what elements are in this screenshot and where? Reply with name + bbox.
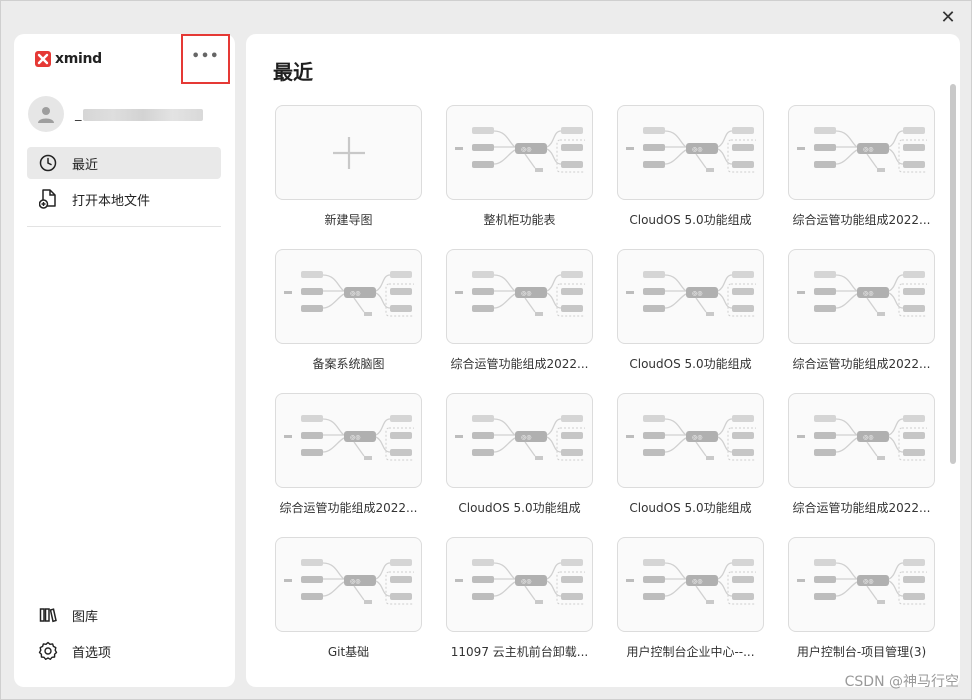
svg-text:◎◎: ◎◎ (521, 434, 531, 441)
mind-map-thumbnail: ◎◎ (275, 249, 422, 344)
nav-item-open-local-file[interactable]: 打开本地文件 (27, 183, 221, 215)
nav-item-library[interactable]: 图库 (27, 599, 221, 631)
more-dots-icon: ••• (191, 48, 220, 64)
card-title: CloudOS 5.0功能组成 (629, 357, 752, 371)
svg-text:◎◎: ◎◎ (863, 578, 873, 585)
new-mind-map-card[interactable]: 新建导图 (275, 105, 422, 235)
plus-icon (275, 105, 422, 200)
page-title: 最近 (273, 60, 313, 84)
brand-name: xmind (55, 51, 102, 67)
nav-item-label: 首选项 (72, 645, 112, 661)
recent-file-card[interactable]: ◎◎ CloudOS 5.0功能组成 (617, 105, 764, 235)
library-icon (38, 605, 58, 625)
xmind-logo-icon (35, 51, 51, 67)
username: _ (75, 105, 205, 123)
card-title: 综合运管功能组成2022... (279, 501, 418, 515)
mind-map-thumbnail: ◎◎ (617, 249, 764, 344)
card-title: CloudOS 5.0功能组成 (458, 501, 581, 515)
card-title: 综合运管功能组成2022... (792, 501, 931, 515)
watermark: CSDN @神马行空 (844, 674, 959, 690)
card-title: 综合运管功能组成2022... (792, 213, 931, 227)
mind-map-thumbnail: ◎◎ (617, 537, 764, 632)
svg-text:◎◎: ◎◎ (863, 146, 873, 153)
user-icon (38, 107, 54, 123)
card-title: 用户控制台-项目管理(3) (796, 645, 927, 659)
recent-file-card[interactable]: ◎◎ CloudOS 5.0功能组成 (617, 393, 764, 523)
card-title: 综合运管功能组成2022... (792, 357, 931, 371)
file-open-icon (38, 189, 58, 209)
card-title: 新建导图 (324, 213, 373, 227)
nav-item-label: 最近 (72, 157, 99, 173)
mind-map-thumbnail: ◎◎ (446, 537, 593, 632)
recent-file-card[interactable]: ◎◎ CloudOS 5.0功能组成 (617, 249, 764, 379)
nav-item-label: 打开本地文件 (72, 193, 151, 209)
recent-file-card[interactable]: ◎◎ 用户控制台-项目管理(3) (788, 537, 935, 667)
recent-file-card[interactable]: ◎◎ 备案系统脑图 (275, 249, 422, 379)
svg-text:◎◎: ◎◎ (692, 146, 702, 153)
recent-file-card[interactable]: ◎◎ 综合运管功能组成2022... (788, 105, 935, 235)
nav-item-label: 图库 (72, 609, 99, 625)
mind-map-thumbnail: ◎◎ (617, 393, 764, 488)
clock-icon (38, 153, 58, 173)
sidebar-divider (27, 226, 221, 227)
more-options-button[interactable]: ••• (181, 34, 230, 84)
svg-text:◎◎: ◎◎ (692, 434, 702, 441)
nav-item-recent[interactable]: 最近 (27, 147, 221, 179)
svg-text:◎◎: ◎◎ (521, 146, 531, 153)
mind-map-thumbnail: ◎◎ (788, 249, 935, 344)
svg-text:◎◎: ◎◎ (350, 578, 360, 585)
close-icon[interactable]: ✕ (939, 9, 957, 27)
mind-map-thumbnail: ◎◎ (275, 537, 422, 632)
svg-text:◎◎: ◎◎ (863, 290, 873, 297)
recent-file-card[interactable]: ◎◎ 综合运管功能组成2022... (788, 249, 935, 379)
app-window: ✕ xmind ••• _ 最近 打开本地文件 图库 首选项 最近 新建导图 ◎… (0, 0, 972, 700)
username-redaction (83, 109, 203, 121)
card-title: 整机柜功能表 (483, 213, 556, 227)
svg-text:◎◎: ◎◎ (350, 434, 360, 441)
mind-map-thumbnail: ◎◎ (617, 105, 764, 200)
recent-file-card[interactable]: ◎◎ CloudOS 5.0功能组成 (446, 393, 593, 523)
mind-map-thumbnail: ◎◎ (788, 393, 935, 488)
recent-file-card[interactable]: ◎◎ 综合运管功能组成2022... (446, 249, 593, 379)
mind-map-thumbnail: ◎◎ (446, 105, 593, 200)
card-title: Git基础 (327, 645, 370, 659)
mind-map-thumbnail: ◎◎ (446, 393, 593, 488)
svg-text:◎◎: ◎◎ (350, 290, 360, 297)
card-title: CloudOS 5.0功能组成 (629, 501, 752, 515)
scrollbar[interactable] (950, 84, 956, 464)
card-title: 用户控制台企业中心--... (626, 645, 755, 659)
account[interactable]: _ (28, 96, 205, 132)
brand: xmind (35, 50, 102, 68)
username-text: _ (75, 107, 82, 122)
recent-file-card[interactable]: ◎◎ 综合运管功能组成2022... (788, 393, 935, 523)
avatar (28, 96, 64, 132)
mind-map-thumbnail: ◎◎ (788, 537, 935, 632)
recent-file-card[interactable]: ◎◎ 综合运管功能组成2022... (275, 393, 422, 523)
recent-file-card[interactable]: ◎◎ 11097 云主机前台卸载... (446, 537, 593, 667)
nav-item-preferences[interactable]: 首选项 (27, 635, 221, 667)
card-title: 备案系统脑图 (312, 357, 385, 371)
svg-text:◎◎: ◎◎ (521, 578, 531, 585)
recent-file-card[interactable]: ◎◎ 整机柜功能表 (446, 105, 593, 235)
mind-map-thumbnail: ◎◎ (788, 105, 935, 200)
recent-file-card[interactable]: ◎◎ Git基础 (275, 537, 422, 667)
gear-icon (38, 641, 58, 661)
svg-text:◎◎: ◎◎ (692, 578, 702, 585)
main-panel: 最近 新建导图 ◎◎ 整机柜功能表 ◎◎ CloudOS 5.0功能组成 ◎◎ … (246, 34, 960, 687)
svg-text:◎◎: ◎◎ (521, 290, 531, 297)
svg-text:◎◎: ◎◎ (863, 434, 873, 441)
mind-map-thumbnail: ◎◎ (446, 249, 593, 344)
card-title: 11097 云主机前台卸载... (450, 645, 589, 659)
sidebar: xmind ••• _ 最近 打开本地文件 图库 首选项 (14, 34, 235, 687)
card-title: 综合运管功能组成2022... (450, 357, 589, 371)
card-title: CloudOS 5.0功能组成 (629, 213, 752, 227)
mind-map-thumbnail: ◎◎ (275, 393, 422, 488)
recent-file-card[interactable]: ◎◎ 用户控制台企业中心--... (617, 537, 764, 667)
svg-text:◎◎: ◎◎ (692, 290, 702, 297)
